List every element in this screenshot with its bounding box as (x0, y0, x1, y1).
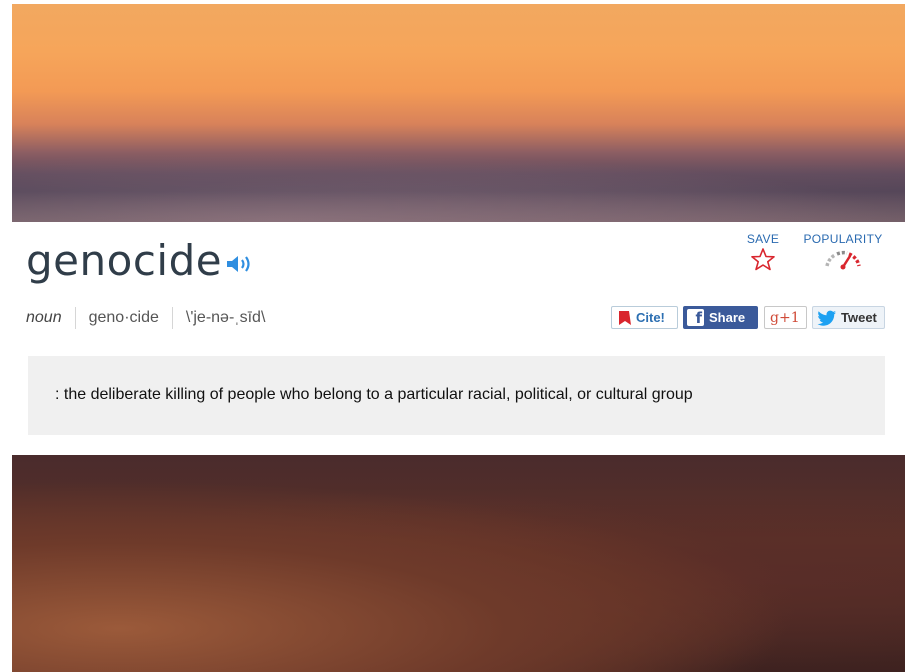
cite-label: Cite! (636, 310, 665, 325)
divider (171, 307, 173, 329)
tweet-label: Tweet (841, 310, 877, 325)
definition-box: : the deliberate killing of people who b… (28, 356, 885, 435)
twitter-bird-icon (817, 310, 836, 326)
facebook-icon: f (687, 309, 704, 326)
page-frame: genocide noun geno·cide \'je-nə-ˌsīd\ SA… (12, 4, 905, 672)
popularity-label: POPULARITY (803, 232, 883, 246)
definition-text: : the deliberate killing of people who b… (55, 386, 693, 403)
part-of-speech: noun (26, 309, 62, 326)
speaker-icon[interactable] (225, 252, 257, 276)
popularity-gauge-icon (825, 250, 861, 270)
syllables: geno·cide (88, 309, 159, 326)
header-background-image (12, 4, 905, 222)
facebook-share-button[interactable]: f Share (683, 306, 758, 329)
pronunciation: \'je-nə-ˌsīd\ (185, 309, 266, 326)
bookmark-icon (619, 310, 631, 325)
gplus-label: g+1 (770, 309, 800, 326)
save-label: SAVE (746, 232, 780, 246)
popularity-indicator[interactable]: POPULARITY (800, 232, 886, 275)
star-icon (751, 248, 775, 271)
entry-meta: noun geno·cide \'je-nə-ˌsīd\ (26, 307, 265, 329)
cite-button[interactable]: Cite! (611, 306, 678, 329)
divider (74, 307, 76, 329)
headword: genocide (26, 236, 223, 285)
definition-card: genocide noun geno·cide \'je-nə-ˌsīd\ SA… (12, 222, 905, 455)
save-button[interactable]: SAVE (745, 232, 781, 276)
footer-background-image (12, 455, 905, 672)
google-plus-button[interactable]: g+1 (764, 306, 807, 329)
tweet-button[interactable]: Tweet (812, 306, 885, 329)
facebook-label: Share (709, 310, 746, 325)
